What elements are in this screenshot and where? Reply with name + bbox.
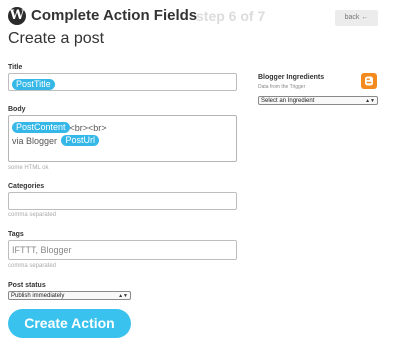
wordpress-logo-icon: W [8,7,26,25]
back-button[interactable]: back ← [335,10,378,26]
body-textarea[interactable]: PostContent <br><br> via Blogger PostUrl [8,115,237,162]
post-status-select[interactable]: Publish immediately ▲▼ [8,291,131,300]
select-arrows-icon: ▲▼ [118,293,128,299]
select-arrows-icon: ▲▼ [365,98,375,104]
page-title: Create a post [8,30,105,47]
ingredients-title: Blogger Ingredients [258,74,325,81]
categories-input[interactable] [8,192,237,210]
blogger-icon [361,73,377,89]
post-status-value: Publish immediately [11,293,65,299]
ingredient-select[interactable]: Select an Ingredient ▲▼ [258,96,378,105]
ingredients-subtitle: Data from the Trigger [258,84,306,90]
tags-label: Tags [8,231,24,238]
title-label: Title [8,64,23,71]
body-text-via: via Blogger [12,135,58,146]
tags-value: IFTTT, Blogger [12,245,72,255]
body-hint: some HTML ok [8,165,49,171]
categories-hint: comma separated [8,212,57,218]
create-action-button[interactable]: Create Action [8,309,131,338]
body-label: Body [8,106,26,113]
step-indicator: step 6 of 7 [196,8,266,24]
title-input[interactable]: PostTitle [8,73,237,91]
ingredient-select-value: Select an Ingredient [261,98,315,104]
step-title: Complete Action Fields [31,7,198,24]
ingredient-pill-posttitle[interactable]: PostTitle [12,79,55,91]
ingredient-pill-posturl[interactable]: PostUrl [61,135,99,147]
tags-hint: comma separated [8,263,57,269]
post-status-label: Post status [8,282,46,289]
categories-label: Categories [8,183,45,190]
tags-input[interactable]: IFTTT, Blogger [8,240,237,260]
